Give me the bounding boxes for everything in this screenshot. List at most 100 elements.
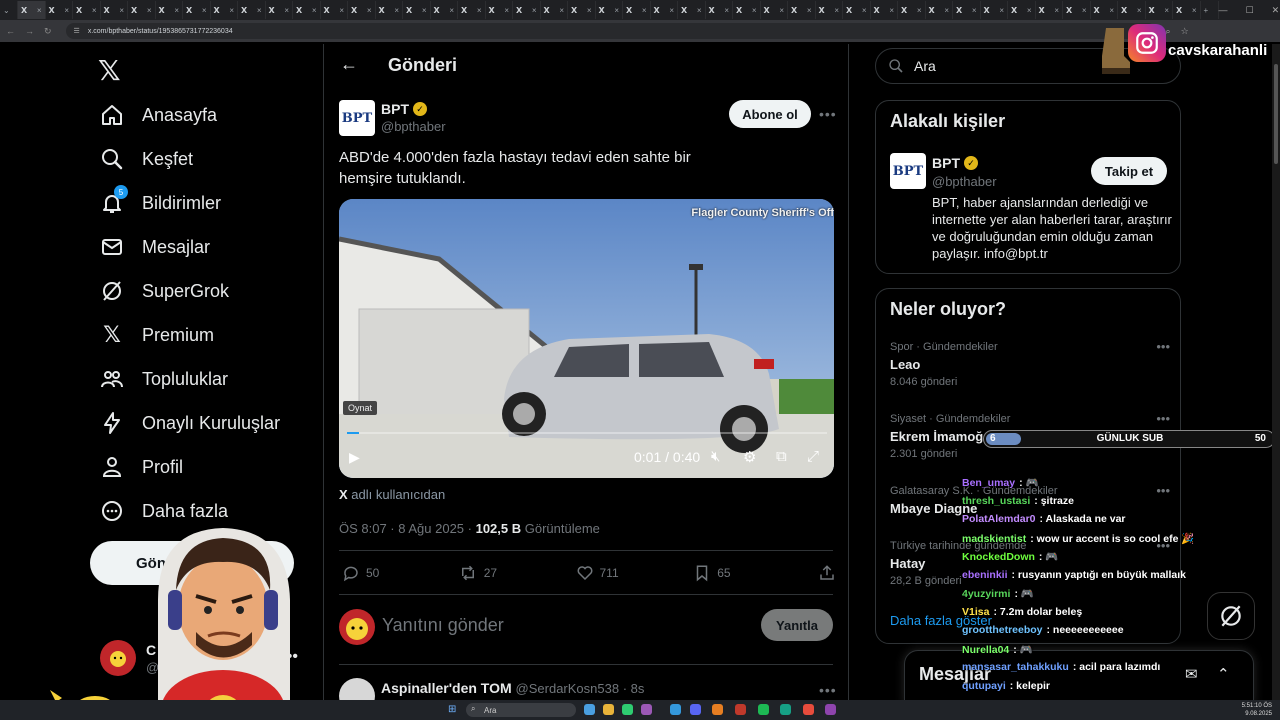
reload-icon[interactable]: ↻ [44,26,52,37]
taskbar-app-icon[interactable] [603,704,614,715]
more-dots-icon[interactable]: ••• [819,682,837,698]
browser-tab[interactable]: X × [871,1,898,19]
browser-tab[interactable]: X × [623,1,651,19]
browser-tab[interactable]: X × [1091,1,1118,19]
tab-close-icon[interactable]: × [339,6,344,15]
browser-tab[interactable]: X × [651,1,678,19]
mute-icon[interactable]: 🔇︎ [711,448,720,465]
share-action[interactable] [818,564,836,582]
video-player[interactable]: Flagler County Sheriff's Off Oynat ▶ 0:0… [339,199,834,478]
browser-tab[interactable]: X × [568,1,596,19]
taskbar-app-icon[interactable] [735,704,746,715]
browser-tab[interactable]: X × [293,1,321,19]
tab-close-icon[interactable]: × [559,6,564,15]
back-nav-icon[interactable]: ← [6,26,15,36]
fullscreen-icon[interactable]: ⤢ [807,448,819,465]
play-icon[interactable]: ▶ [349,449,360,466]
back-arrow-icon[interactable]: ← [340,54,358,75]
more-dots-icon[interactable]: ••• [1156,339,1170,354]
browser-tab[interactable]: X × [431,1,458,19]
taskbar-app-icon[interactable] [825,704,836,715]
tab-close-icon[interactable]: × [37,6,42,15]
browser-tab[interactable]: X × [458,1,486,19]
tab-close-icon[interactable]: × [1192,6,1197,15]
browser-tab[interactable]: X × [73,1,101,19]
more-dots-icon[interactable]: ••• [1156,411,1170,426]
browser-tab[interactable]: X × [46,1,73,19]
chat-username[interactable]: V1isa [962,606,989,618]
reply-submit-button[interactable]: Yanıtla [761,609,833,641]
taskbar-app-icon[interactable] [803,704,814,715]
taskbar-app-icon[interactable] [758,704,769,715]
start-windows-icon[interactable]: ⊞ [448,704,456,715]
tab-close-icon[interactable]: × [642,6,647,15]
tab-close-icon[interactable]: × [477,6,482,15]
browser-tab[interactable]: X × [733,1,761,19]
tab-close-icon[interactable]: × [1082,6,1087,15]
nav-item-communities[interactable]: Topluluklar [100,362,228,396]
chat-username[interactable]: ebeninkii [962,569,1008,581]
browser-tab[interactable]: X × [706,1,733,19]
bookmark-action[interactable]: 65 [693,564,818,582]
taskbar-app-icon[interactable] [641,704,652,715]
tab-close-icon[interactable]: × [669,6,674,15]
tab-close-icon[interactable]: × [147,6,152,15]
picture-in-picture-icon[interactable]: ⧉ [776,448,787,465]
nav-item-notifications[interactable]: 5 Bildirimler [100,185,221,220]
tab-close-icon[interactable]: × [64,6,69,15]
browser-tab[interactable]: X × [926,1,953,19]
forward-nav-icon[interactable]: → [25,26,34,36]
related-handle[interactable]: @bpthaber [932,174,997,189]
source-attribution[interactable]: X adlı kullanıcıdan [339,487,445,502]
settings-gear-icon[interactable]: ⚙ [743,448,756,466]
taskbar-app-icon[interactable] [622,704,633,715]
related-avatar[interactable]: BPT [890,153,926,189]
browser-tab[interactable]: X × [128,1,156,19]
tab-close-icon[interactable]: × [944,6,949,15]
browser-tab[interactable]: X × [816,1,843,19]
chat-username[interactable]: Ben_umay [962,477,1015,489]
browser-tab[interactable]: X × [183,1,211,19]
trend-item[interactable]: Spor · Gündemdekiler Leao 8.046 gönderi … [890,339,1170,388]
tab-close-icon[interactable]: × [862,6,867,15]
author-name[interactable]: BPT ✓ [381,101,427,117]
scrollbar-thumb[interactable] [1274,64,1278,164]
browser-tab[interactable]: X × [18,1,46,19]
browser-tab[interactable]: X × [348,1,376,19]
browser-tab[interactable]: X × [486,1,513,19]
tab-close-icon[interactable]: × [779,6,784,15]
tab-close-icon[interactable]: × [174,6,179,15]
chat-username[interactable]: 4yuzyirmi [962,588,1010,600]
nav-item-premium[interactable]: 𝕏 Premium [100,318,214,352]
tab-close-icon[interactable]: × [284,6,289,15]
browser-tab[interactable]: X × [211,1,238,19]
tab-close-icon[interactable]: × [834,6,839,15]
browser-tab[interactable]: X × [1146,1,1173,19]
minimize-icon[interactable]: — [1219,5,1228,16]
taskbar-app-icon[interactable] [780,704,791,715]
tab-close-icon[interactable]: × [917,6,922,15]
reply-action[interactable]: 50 [342,564,458,582]
page-scrollbar[interactable] [1272,44,1280,700]
follow-button[interactable]: Takip et [1091,157,1167,185]
browser-tab[interactable]: X × [981,1,1008,19]
chat-username[interactable]: thresh_ustasi [962,495,1030,507]
post-timestamp[interactable]: ÖS 8:07 · 8 Ağu 2025 · [339,521,476,536]
browser-tab[interactable]: X × [1063,1,1091,19]
chat-username[interactable]: grootthetreeboy [962,624,1043,636]
author-avatar[interactable]: BPT [339,100,375,136]
tab-close-icon[interactable]: × [394,6,399,15]
site-info-icon[interactable]: ☰ [74,27,80,35]
tab-close-icon[interactable]: × [92,6,97,15]
close-window-icon[interactable]: ✕ [1272,5,1280,16]
browser-tab[interactable]: X × [596,1,623,19]
browser-tab[interactable]: X × [156,1,183,19]
tab-close-icon[interactable]: × [1164,6,1169,15]
video-progress-bar[interactable] [347,432,827,434]
tab-close-icon[interactable]: × [614,6,619,15]
tab-close-icon[interactable]: × [504,6,509,15]
tab-close-icon[interactable]: × [752,6,757,15]
tab-close-icon[interactable]: × [1109,6,1114,15]
reply-input[interactable]: Yanıtını gönder [382,615,504,636]
nav-item-home[interactable]: Anasayfa [100,98,217,132]
